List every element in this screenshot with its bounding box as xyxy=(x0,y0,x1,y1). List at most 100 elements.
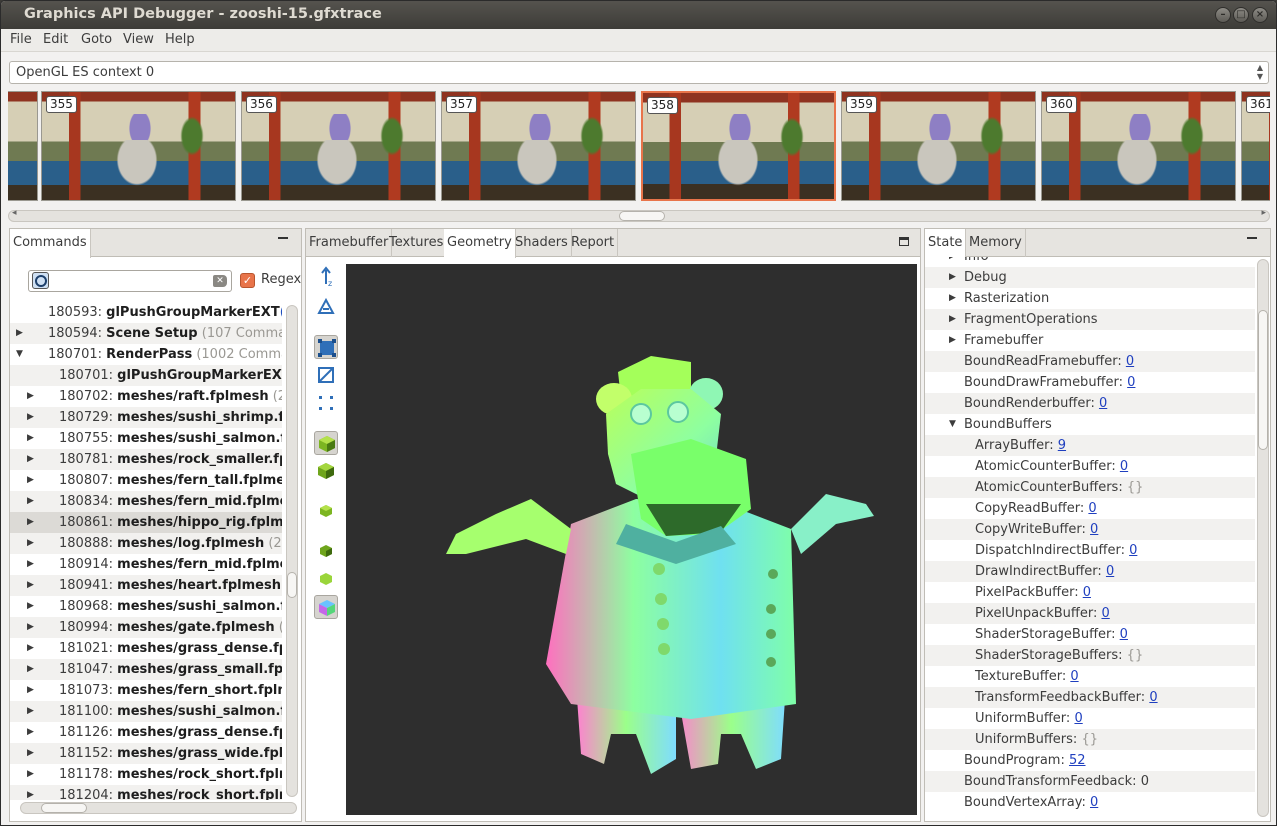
expand-arrow-icon[interactable]: ▶ xyxy=(949,288,956,309)
state-value[interactable]: 0 xyxy=(1090,522,1098,537)
command-row[interactable]: ▶ 180888: meshes/log.fplmesh (26 xyxy=(10,533,282,554)
command-row[interactable]: ▶ 181152: meshes/grass_wide.fplm xyxy=(10,743,282,764)
frame-thumbnail[interactable]: 357 xyxy=(441,91,636,201)
normals-icon[interactable] xyxy=(314,567,338,591)
frame-thumbnail[interactable]: 356 xyxy=(241,91,436,201)
minimize-panel-icon[interactable] xyxy=(278,237,288,240)
frame-thumbnail[interactable]: 360 xyxy=(1041,91,1236,201)
frame-thumbnail[interactable]: 359 xyxy=(841,91,1036,201)
expand-arrow-icon[interactable]: ▶ xyxy=(27,743,34,764)
lit-flat-icon[interactable] xyxy=(314,499,338,523)
state-row[interactable]: AtomicCounterBuffer: 0 xyxy=(925,456,1255,477)
fit-view-icon[interactable] xyxy=(314,335,338,359)
command-search-input[interactable]: ✕ xyxy=(28,270,232,292)
commands-vertical-scrollbar[interactable] xyxy=(286,305,298,797)
command-row[interactable]: ▶ 180729: meshes/sushi_shrimp.fp xyxy=(10,407,282,428)
state-value[interactable]: 0 xyxy=(1083,585,1091,600)
command-row[interactable]: ▶ 180834: meshes/fern_mid.fplmes xyxy=(10,491,282,512)
state-value[interactable]: 0 xyxy=(1127,375,1135,390)
context-select[interactable]: OpenGL ES context 0 ▲ ▼ xyxy=(9,61,1269,84)
menu-help[interactable]: Help xyxy=(165,32,195,47)
state-row[interactable]: CopyWriteBuffer: 0 xyxy=(925,519,1255,540)
state-row[interactable]: BoundVertexArray: 0 xyxy=(925,792,1255,813)
tab-commands[interactable]: Commands xyxy=(10,229,91,258)
state-row[interactable]: UniformBuffers: {} xyxy=(925,729,1255,750)
expand-arrow-icon[interactable]: ▶ xyxy=(27,533,34,554)
expand-arrow-icon[interactable]: ▶ xyxy=(27,386,34,407)
menu-goto[interactable]: Goto xyxy=(81,32,112,47)
clear-search-icon[interactable]: ✕ xyxy=(213,275,227,287)
geometry-viewport[interactable] xyxy=(346,264,917,815)
state-row[interactable]: DrawIndirectBuffer: 0 xyxy=(925,561,1255,582)
state-value[interactable]: 0 xyxy=(1129,543,1137,558)
minimize-window-button[interactable]: – xyxy=(1215,7,1231,23)
state-value[interactable]: 9 xyxy=(1058,438,1066,453)
command-row[interactable]: ▶ 180994: meshes/gate.fplmesh (2 xyxy=(10,617,282,638)
state-value[interactable]: 52 xyxy=(1069,753,1086,768)
state-row[interactable]: ArrayBuffer: 9 xyxy=(925,435,1255,456)
maximize-window-button[interactable]: □ xyxy=(1233,7,1249,23)
state-row[interactable]: PixelPackBuffer: 0 xyxy=(925,582,1255,603)
frame-thumbnail[interactable]: 355 xyxy=(41,91,236,201)
state-row[interactable]: DispatchIndirectBuffer: 0 xyxy=(925,540,1255,561)
state-row[interactable]: ▶ Info xyxy=(925,257,1255,267)
command-row[interactable]: ▶ 180941: meshes/heart.fplmesh (2 xyxy=(10,575,282,596)
state-row[interactable]: PixelUnpackBuffer: 0 xyxy=(925,603,1255,624)
command-row[interactable]: ▶ 180968: meshes/sushi_salmon.fp xyxy=(10,596,282,617)
command-row[interactable]: ▶ 181204: meshes/rock_short.fplm xyxy=(10,785,282,800)
expand-arrow-icon[interactable]: ▶ xyxy=(16,323,23,344)
command-row[interactable]: ▶ 180861: meshes/hippo_rig.fplme xyxy=(10,512,282,533)
state-value[interactable]: 0 xyxy=(1070,669,1078,684)
state-row[interactable]: ShaderStorageBuffers: {} xyxy=(925,645,1255,666)
tab-shaders[interactable]: Shaders xyxy=(512,229,572,257)
expand-arrow-icon[interactable]: ▶ xyxy=(27,596,34,617)
thumbnail-scrollbar[interactable]: ◂ ▸ xyxy=(8,208,1270,222)
expand-arrow-icon[interactable]: ▶ xyxy=(27,554,34,575)
state-value[interactable]: 0 xyxy=(1106,564,1114,579)
expand-arrow-icon[interactable]: ▶ xyxy=(27,512,34,533)
collapse-arrow-icon[interactable]: ▼ xyxy=(949,414,956,435)
state-row[interactable]: ShaderStorageBuffer: 0 xyxy=(925,624,1255,645)
expand-arrow-icon[interactable]: ▶ xyxy=(27,407,34,428)
state-row[interactable]: AtomicCounterBuffers: {} xyxy=(925,477,1255,498)
state-value[interactable]: 0 xyxy=(1120,627,1128,642)
y-up-axis-icon[interactable]: z xyxy=(314,265,338,289)
command-row[interactable]: ▶ 181047: meshes/grass_small.fplm xyxy=(10,659,282,680)
state-value[interactable]: 0 xyxy=(1088,501,1096,516)
maximize-panel-icon[interactable] xyxy=(899,237,909,246)
shaded-solid-icon[interactable] xyxy=(314,431,338,455)
tab-geometry[interactable]: Geometry xyxy=(444,229,516,258)
expand-arrow-icon[interactable]: ▶ xyxy=(27,428,34,449)
color-cube-icon[interactable] xyxy=(314,595,338,619)
state-value[interactable]: 0 xyxy=(1090,795,1098,810)
minimize-panel-icon[interactable] xyxy=(1247,237,1257,240)
expand-arrow-icon[interactable]: ▶ xyxy=(27,680,34,701)
expand-arrow-icon[interactable]: ▶ xyxy=(27,764,34,785)
state-vertical-scrollbar[interactable] xyxy=(1257,259,1269,817)
command-row[interactable]: 180593: glPushGroupMarkerEXT(Lo xyxy=(10,302,282,323)
collapse-arrow-icon[interactable]: ▼ xyxy=(16,344,23,365)
scrollbar-thumb[interactable] xyxy=(287,572,297,598)
shaded-smooth-icon[interactable] xyxy=(314,459,338,483)
command-row[interactable]: ▶ 180594: Scene Setup (107 Comman xyxy=(10,323,282,344)
command-row[interactable]: ▶ 180914: meshes/fern_mid.fplmes xyxy=(10,554,282,575)
expand-arrow-icon[interactable]: ▶ xyxy=(27,449,34,470)
state-value[interactable]: 0 xyxy=(1074,711,1082,726)
expand-arrow-icon[interactable]: ▶ xyxy=(949,267,956,288)
expand-arrow-icon[interactable]: ▶ xyxy=(27,785,34,800)
state-row[interactable]: BoundTransformFeedback: 0 xyxy=(925,771,1255,792)
state-row[interactable]: BoundProgram: 52 xyxy=(925,750,1255,771)
command-row[interactable]: ▶ 181100: meshes/sushi_salmon.fp xyxy=(10,701,282,722)
menu-edit[interactable]: Edit xyxy=(43,32,68,47)
frame-thumbnail-selected[interactable]: 358 xyxy=(641,91,836,201)
state-value[interactable]: 0 xyxy=(1120,459,1128,474)
close-window-button[interactable]: × xyxy=(1252,7,1268,23)
command-row[interactable]: ▶ 180702: meshes/raft.fplmesh (27 xyxy=(10,386,282,407)
wireframe-icon[interactable] xyxy=(314,363,338,387)
expand-arrow-icon[interactable]: ▶ xyxy=(27,659,34,680)
menu-file[interactable]: File xyxy=(10,32,32,47)
scrollbar-thumb[interactable] xyxy=(41,803,87,813)
frame-thumbnail[interactable]: 361 xyxy=(1241,91,1270,201)
state-row[interactable]: ▶ Rasterization xyxy=(925,288,1255,309)
tab-textures[interactable]: Textures xyxy=(386,229,448,257)
